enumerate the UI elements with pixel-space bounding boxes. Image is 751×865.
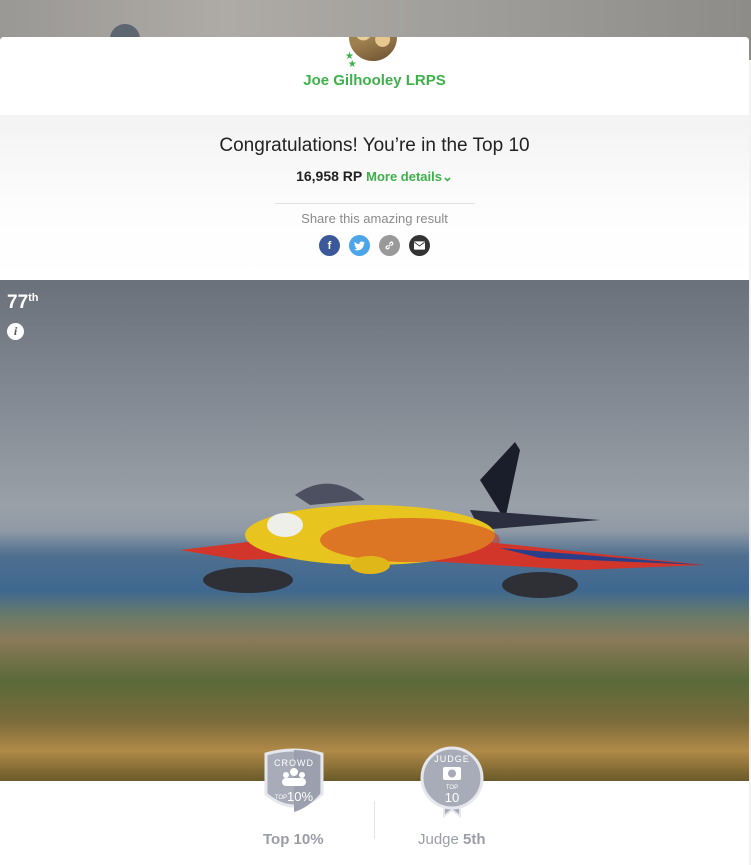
- chevron-down-icon: ⌄: [442, 169, 453, 184]
- share-label: Share this amazing result: [301, 211, 448, 226]
- copy-link-button[interactable]: [379, 235, 400, 256]
- award-divider: [374, 801, 375, 839]
- crowd-award-label: Top 10%: [263, 831, 324, 848]
- crowd-badge-value: 10%: [287, 789, 313, 804]
- link-icon: [385, 241, 394, 250]
- email-icon: [414, 241, 425, 250]
- facebook-share-button[interactable]: f: [319, 235, 340, 256]
- judge-top10-badge[interactable]: JUDGE TOP 10: [418, 746, 486, 818]
- judge-badge-title: JUDGE: [434, 754, 470, 764]
- share-buttons: f: [0, 235, 749, 256]
- rank-number: 77: [7, 292, 29, 313]
- judge-label-rank: 5th: [463, 831, 486, 848]
- twitter-share-button[interactable]: [349, 235, 370, 256]
- entry-photo[interactable]: 77th i: [0, 280, 749, 781]
- judge-award-label: Judge 5th: [418, 831, 486, 848]
- result-section: Congratulations! You’re in the Top 10 16…: [0, 115, 749, 280]
- facebook-icon: f: [327, 239, 332, 252]
- info-icon[interactable]: i: [7, 323, 24, 340]
- congrats-headline: Congratulations! You’re in the Top 10: [219, 135, 530, 156]
- crowd-badge-small: TOP: [275, 795, 287, 801]
- more-details-label: More details: [366, 169, 442, 184]
- points-row: 16,958 RP More details⌄: [0, 168, 749, 185]
- jet-aircraft-image: [180, 442, 705, 598]
- twitter-icon: [354, 240, 365, 250]
- awards-section: CROWD TOP 10% JUDGE TOP 10 Top 10% Judge…: [0, 746, 749, 865]
- crowd-badge-title: CROWD: [274, 758, 314, 768]
- result-card: ♛ ★ ★ Joe Gilhooley LRPS Congratulations…: [0, 37, 749, 865]
- user-name-link[interactable]: Joe Gilhooley LRPS: [0, 72, 749, 89]
- judge-badge-value: 10: [445, 790, 459, 805]
- profile-header: ♛ ★ ★ Joe Gilhooley LRPS: [0, 37, 749, 115]
- judge-label-prefix: Judge: [418, 831, 459, 848]
- camera-icon: [443, 767, 461, 780]
- avatar-container[interactable]: ♛ ★ ★: [345, 37, 399, 70]
- more-details-link[interactable]: More details⌄: [366, 169, 453, 184]
- email-share-button[interactable]: [409, 235, 430, 256]
- crowd-top10-badge[interactable]: CROWD TOP 10%: [260, 746, 328, 818]
- stars-icon: ★ ★: [345, 51, 357, 70]
- points-value: 16,958 RP: [296, 168, 363, 184]
- rank-badge: 77th: [7, 292, 39, 314]
- rank-suffix: th: [28, 292, 39, 304]
- divider: [274, 203, 475, 204]
